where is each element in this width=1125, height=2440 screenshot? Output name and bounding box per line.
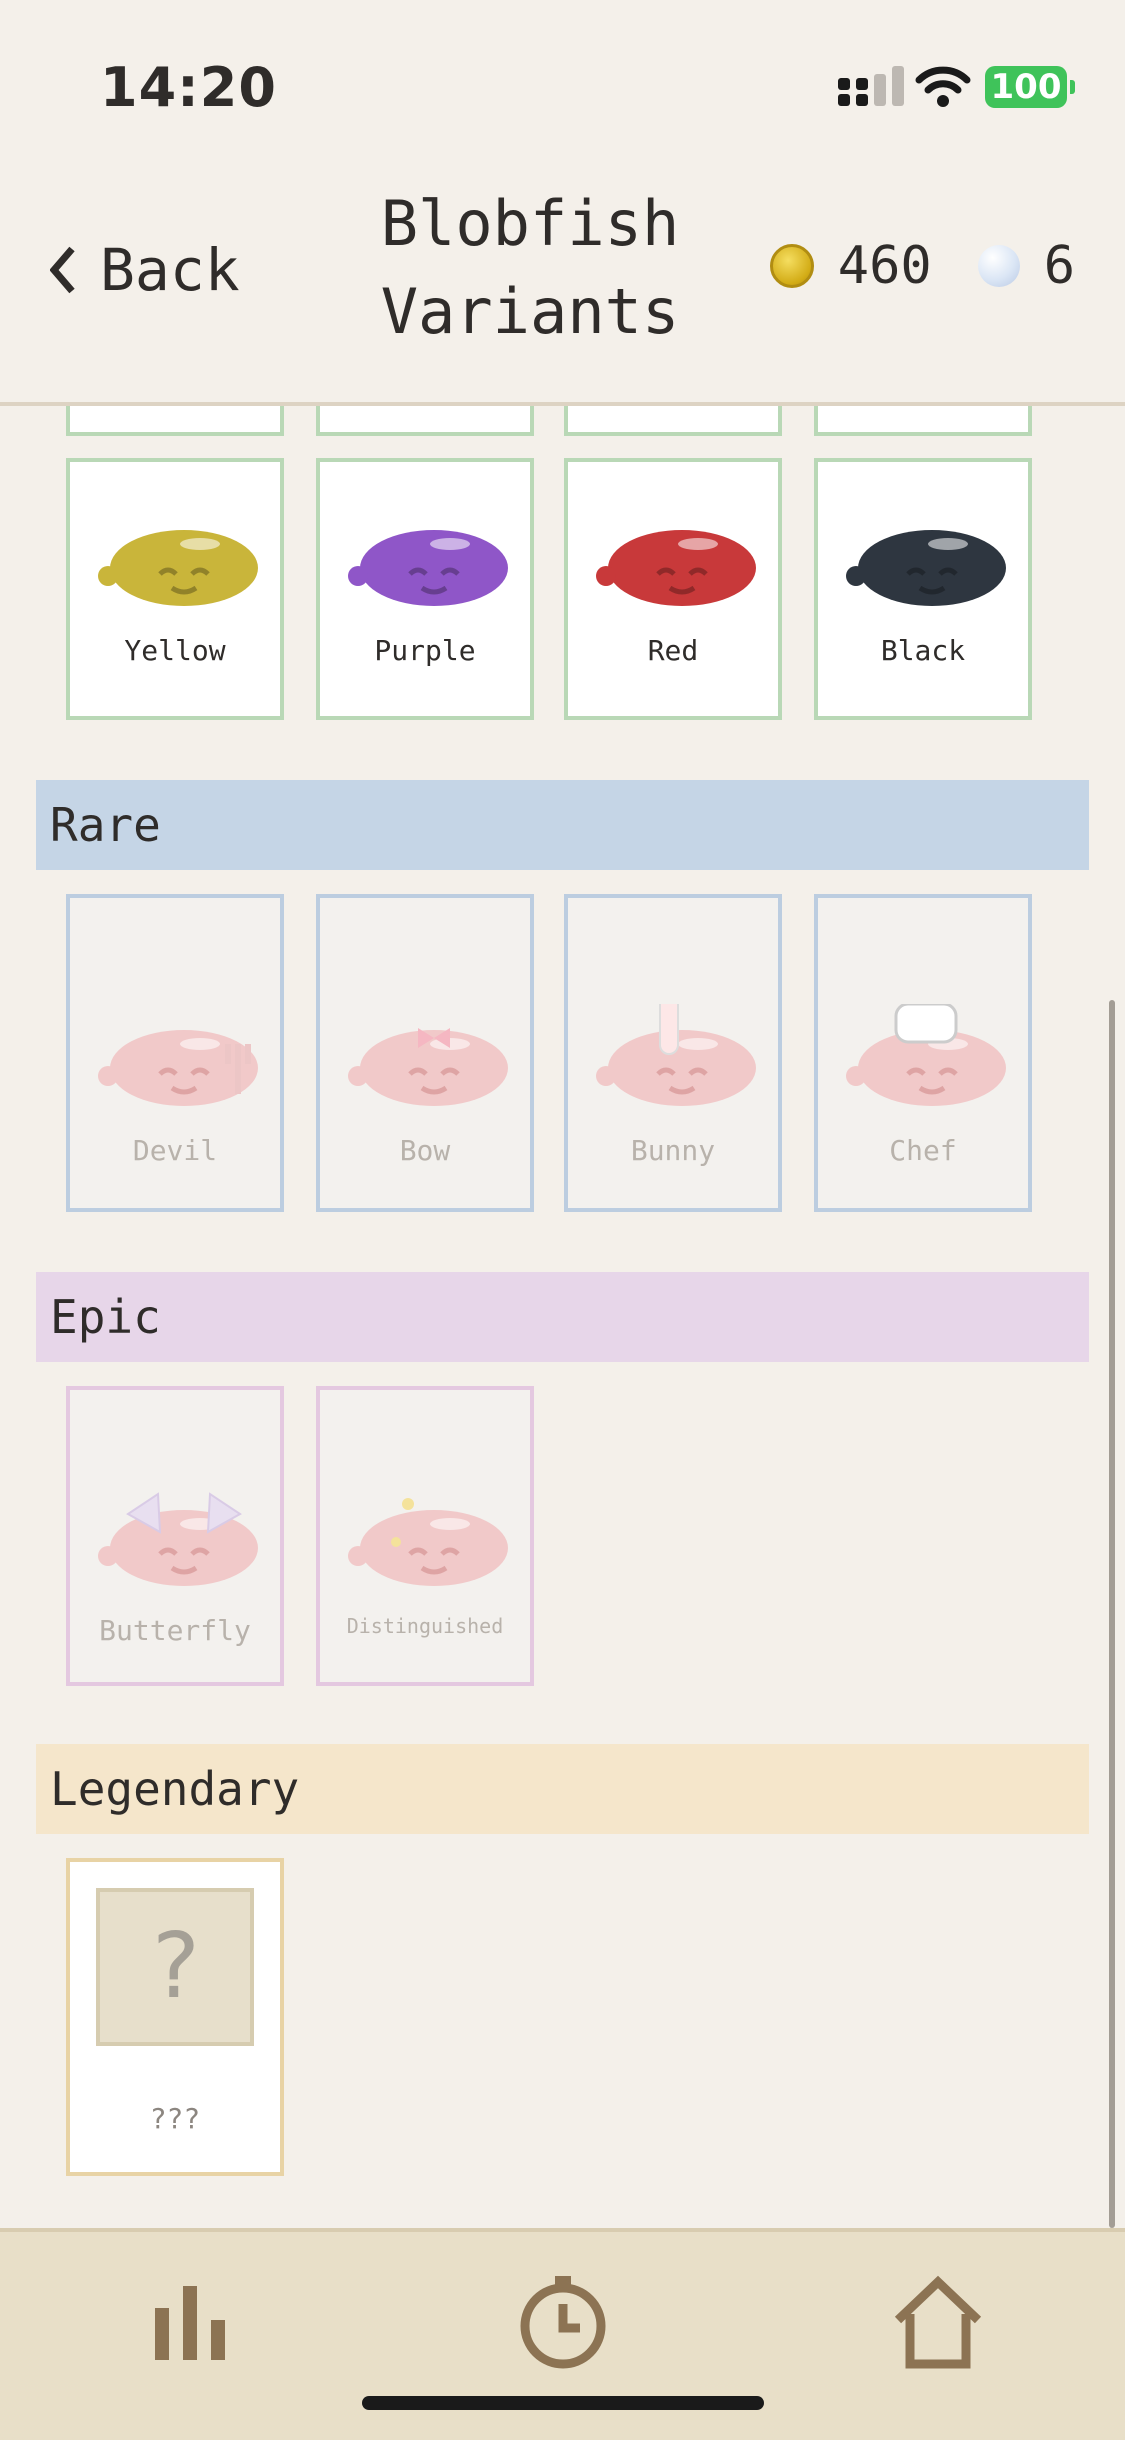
variant-label: ??? — [149, 2102, 201, 2135]
cellular-signal-icon — [838, 66, 904, 106]
variant-card-bunny[interactable]: Bunny — [564, 894, 782, 1212]
chevron-left-icon — [50, 246, 75, 294]
variant-card-clipped[interactable] — [316, 406, 534, 436]
status-time: 14:20 — [100, 56, 277, 119]
pearl-icon — [977, 245, 1020, 287]
variant-card-yellow[interactable]: Yellow — [66, 458, 284, 720]
home-icon — [894, 2275, 982, 2369]
blobfish-image — [846, 530, 1006, 606]
variants-scroll-area[interactable]: Rare Epic Legendary ? ??? Yellow Purple Re… — [0, 406, 1125, 2228]
variant-card-mystery[interactable]: ? ??? — [66, 1858, 284, 2176]
battery-indicator: 100 — [985, 66, 1075, 108]
blobfish-image — [348, 530, 508, 606]
blobfish-image — [98, 1030, 258, 1106]
title-line-1: Blobfish — [380, 187, 680, 260]
wifi-icon — [915, 66, 971, 107]
home-indicator — [362, 2396, 764, 2410]
variant-card-butterfly[interactable]: Butterfly — [66, 1386, 284, 1686]
variant-label: Chef — [889, 1134, 957, 1167]
variant-label: Bow — [399, 1134, 451, 1167]
variant-card-clipped[interactable] — [66, 406, 284, 436]
blobfish-image — [348, 1498, 508, 1586]
timer-icon — [520, 2276, 606, 2369]
pearl-count: 6 — [1043, 236, 1075, 296]
variant-card-red[interactable]: Red — [564, 458, 782, 720]
variant-card-devil[interactable]: Devil — [66, 894, 284, 1212]
blobfish-image — [596, 1004, 756, 1106]
stats-icon — [155, 2286, 225, 2360]
blobfish-image — [348, 1028, 508, 1106]
variant-label: Yellow — [124, 634, 226, 667]
variant-card-purple[interactable]: Purple — [316, 458, 534, 720]
nav-header: Back Blobfish Variants 460 6 — [0, 150, 1125, 406]
legendary-section-header: Legendary — [36, 1744, 1089, 1834]
variant-card-chef[interactable]: Chef — [814, 894, 1032, 1212]
blobfish-image — [98, 530, 258, 606]
epic-section-header: Epic — [36, 1272, 1089, 1362]
back-label: Back — [100, 236, 240, 304]
scrollbar[interactable] — [1109, 1000, 1115, 2228]
currency-display: 460 6 — [769, 236, 1075, 296]
variant-card-clipped[interactable] — [814, 406, 1032, 436]
tab-home[interactable] — [873, 2262, 1003, 2382]
blobfish-image — [846, 1004, 1006, 1106]
variant-card-bow[interactable]: Bow — [316, 894, 534, 1212]
variant-label: Purple — [374, 634, 476, 667]
variant-label: Distinguished — [346, 1614, 504, 1638]
variant-label: Black — [880, 634, 966, 667]
tab-timer[interactable] — [498, 2262, 628, 2382]
variant-card-clipped[interactable] — [564, 406, 782, 436]
mystery-icon: ? — [96, 1888, 254, 2046]
coin-count: 460 — [837, 236, 932, 296]
coin-icon — [769, 244, 814, 288]
blobfish-image — [98, 1492, 258, 1586]
variant-card-black[interactable]: Black — [814, 458, 1032, 720]
rare-section-header: Rare — [36, 780, 1089, 870]
status-bar: 14:20 100 — [0, 0, 1125, 150]
tab-stats[interactable] — [125, 2262, 255, 2382]
variant-label: Devil — [132, 1134, 218, 1167]
variant-label: Bunny — [630, 1134, 716, 1167]
title-line-2: Variants — [380, 275, 680, 348]
variant-label: Red — [647, 634, 699, 667]
page-title: Blobfish Variants — [350, 180, 710, 356]
blobfish-image — [596, 530, 756, 606]
back-button[interactable]: Back — [50, 236, 240, 304]
variant-card-distinguished[interactable]: Distinguished — [316, 1386, 534, 1686]
variant-label: Butterfly — [99, 1614, 251, 1647]
